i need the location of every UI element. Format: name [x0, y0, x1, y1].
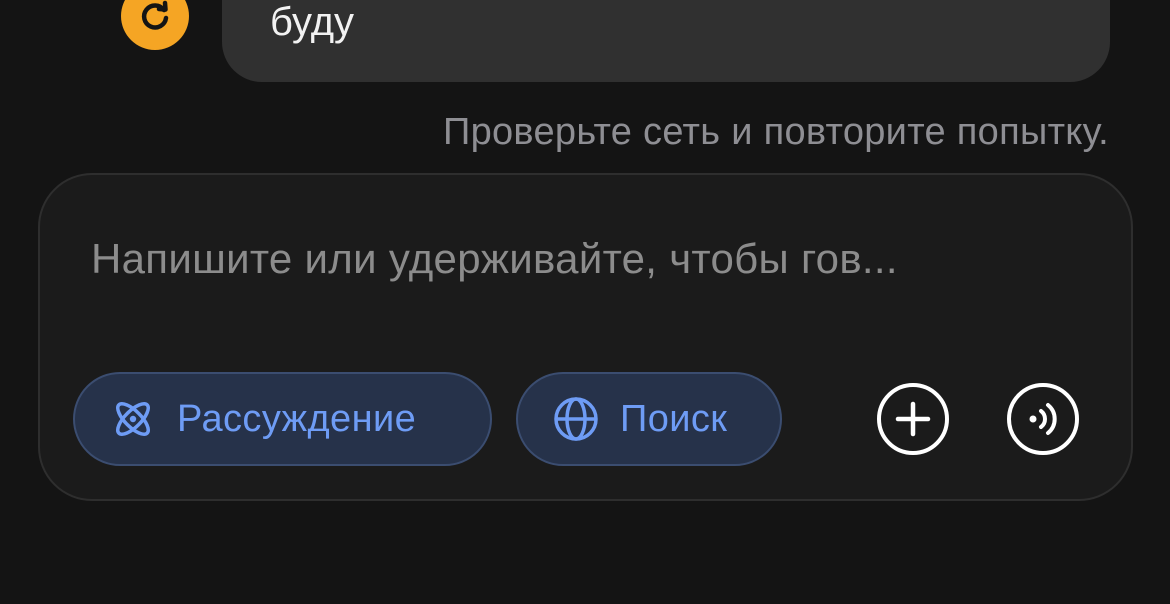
- globe-icon: [552, 395, 600, 443]
- chat-screen: буду Проверьте сеть и повторите попытку.…: [0, 0, 1170, 604]
- network-error-message: Проверьте сеть и повторите попытку.: [442, 111, 1109, 153]
- user-message-text: буду: [270, 0, 355, 44]
- search-toggle-button[interactable]: Поиск: [516, 372, 782, 466]
- voice-wave-icon: [1006, 382, 1080, 461]
- user-message-bubble: буду: [222, 0, 1110, 82]
- atom-icon: [109, 395, 157, 443]
- plus-icon: [876, 382, 950, 461]
- message-input[interactable]: [91, 233, 1081, 285]
- voice-mode-button[interactable]: [1006, 382, 1080, 461]
- retry-icon[interactable]: [121, 0, 189, 50]
- search-label: Поиск: [620, 398, 728, 440]
- reasoning-toggle-button[interactable]: Рассуждение: [73, 372, 492, 466]
- message-composer: Рассуждение Поиск: [38, 173, 1133, 501]
- reasoning-label: Рассуждение: [177, 398, 417, 440]
- add-attachment-button[interactable]: [876, 382, 950, 461]
